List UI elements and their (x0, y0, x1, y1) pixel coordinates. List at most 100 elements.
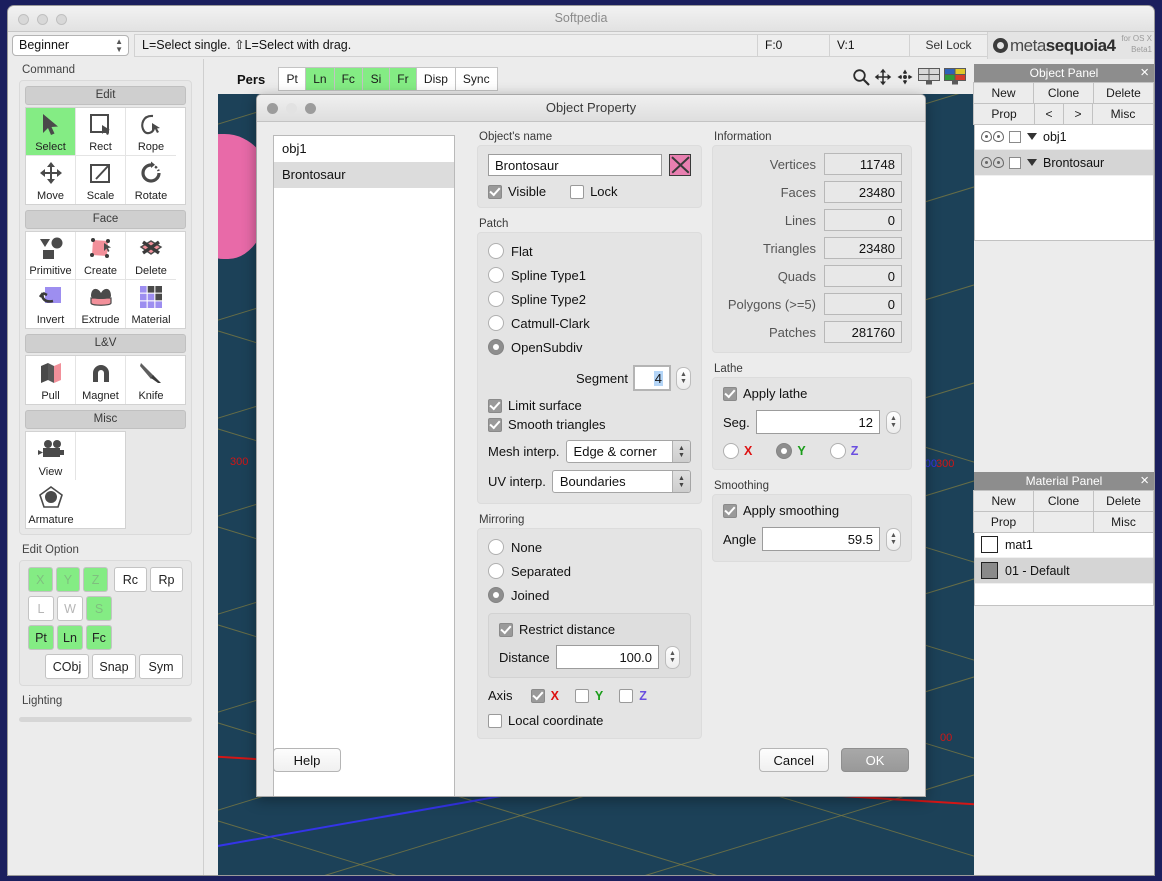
restrict-distance-checkbox[interactable] (499, 622, 513, 637)
tool-move[interactable]: Move (26, 156, 76, 204)
mirroring-radio-separated[interactable] (488, 563, 504, 579)
edit-opt-pt[interactable]: Pt (28, 625, 54, 650)
lathe-seg-input[interactable]: 12 (755, 410, 880, 434)
restrict-distance-row[interactable]: Restrict distance (499, 622, 680, 637)
smooth-triangles-checkbox[interactable] (488, 417, 502, 432)
layout-color-icon[interactable] (944, 68, 966, 90)
edit-opt-rc[interactable]: Rc (113, 567, 147, 592)
limit-surface-checkbox[interactable] (488, 398, 502, 413)
tool-invert[interactable]: Invert (26, 280, 76, 328)
edit-opt-z[interactable]: Z (83, 567, 108, 592)
layout-split-icon[interactable] (918, 68, 940, 90)
smoothing-angle-stepper[interactable]: ▲ ▼ (886, 527, 901, 551)
mesh-interp-select[interactable]: Edge & corner ▲ ▼ (565, 440, 691, 463)
edit-opt-l[interactable]: L (28, 596, 54, 621)
patch-radio-opensubdiv[interactable] (488, 339, 504, 355)
axis-z-checkbox[interactable] (619, 688, 634, 703)
material-misc-button[interactable]: Misc (1093, 511, 1154, 533)
tool-delete[interactable]: Delete (126, 232, 176, 280)
material-delete-button[interactable]: Delete (1093, 490, 1154, 512)
tool-rope[interactable]: Rope (126, 108, 176, 156)
tool-pull[interactable]: Pull (26, 356, 76, 404)
segment-input[interactable]: 4 (633, 365, 671, 391)
edit-opt-x[interactable]: X (28, 567, 53, 592)
viewport-tab-disp[interactable]: Disp (415, 67, 456, 91)
viewport-tab-si[interactable]: Si (361, 67, 390, 91)
tool-armature[interactable]: Armature (26, 480, 76, 528)
lathe-axis-z-radio[interactable] (829, 443, 846, 459)
tool-rect[interactable]: Rect (76, 108, 126, 156)
lathe-axis-y-radio[interactable] (776, 443, 793, 459)
cancel-button[interactable]: Cancel (758, 748, 829, 772)
material-clone-button[interactable]: Clone (1033, 490, 1094, 512)
material-new-button[interactable]: New (973, 490, 1034, 512)
magnifier-icon[interactable] (852, 68, 870, 91)
edit-opt-s[interactable]: S (86, 596, 112, 621)
object-name-input[interactable]: Brontosaur (488, 154, 662, 176)
object-new-button[interactable]: New (973, 82, 1034, 104)
material-spacer-button[interactable] (1033, 511, 1094, 533)
patch-radio-spline1[interactable] (488, 267, 504, 283)
smooth-triangles-row[interactable]: Smooth triangles (488, 417, 691, 432)
ok-button[interactable]: OK (841, 748, 909, 772)
object-lock-checkbox[interactable] (1009, 156, 1021, 169)
mirroring-option-none[interactable]: None (488, 535, 691, 559)
tool-material[interactable]: Material (126, 280, 176, 328)
tool-view[interactable]: View (26, 432, 76, 480)
viewport-tab-pt[interactable]: Pt (278, 67, 307, 91)
apply-lathe-checkbox[interactable] (723, 386, 737, 401)
tool-scale[interactable]: Scale (76, 156, 126, 204)
material-list[interactable]: mat1 01 - Default (974, 532, 1154, 606)
viewport-tab-sync[interactable]: Sync (454, 67, 498, 91)
patch-option-flat[interactable]: Flat (488, 239, 691, 263)
limit-surface-row[interactable]: Limit surface (488, 398, 691, 413)
lathe-seg-stepper[interactable]: ▲ ▼ (886, 410, 901, 434)
patch-option-spline2[interactable]: Spline Type2 (488, 287, 691, 311)
material-list-item[interactable]: mat1 (975, 532, 1153, 558)
tool-create[interactable]: Create (76, 232, 126, 280)
material-preview-swatch[interactable] (669, 154, 691, 176)
material-prop-button[interactable]: Prop (973, 511, 1034, 533)
apply-smoothing-checkbox[interactable] (723, 503, 737, 518)
mirroring-option-joined[interactable]: Joined (488, 583, 691, 607)
material-color-swatch[interactable] (981, 536, 998, 553)
sel-lock-button[interactable]: Sel Lock (909, 34, 987, 57)
orbit-icon[interactable] (896, 68, 914, 91)
viewport-tab-ln[interactable]: Ln (305, 67, 335, 91)
apply-smoothing-row[interactable]: Apply smoothing (723, 503, 901, 518)
help-button[interactable]: Help (273, 748, 341, 772)
edit-opt-cobj[interactable]: CObj (45, 654, 89, 679)
edit-opt-y[interactable]: Y (55, 567, 81, 592)
mirroring-radio-none[interactable] (488, 539, 504, 555)
edit-opt-fc[interactable]: Fc (86, 625, 112, 650)
lathe-axis-x-radio[interactable] (723, 443, 739, 459)
object-delete-button[interactable]: Delete (1093, 82, 1154, 104)
object-next-button[interactable]: > (1063, 103, 1093, 125)
distance-input[interactable]: 100.0 (555, 645, 659, 669)
edit-opt-ln[interactable]: Ln (57, 625, 83, 650)
segment-stepper[interactable]: ▲ ▼ (676, 366, 691, 390)
patch-radio-spline2[interactable] (488, 291, 504, 307)
dialog-object-list[interactable]: obj1 Brontosaur (273, 135, 455, 796)
viewport-tab-fr[interactable]: Fr (388, 67, 417, 91)
patch-radio-catmull[interactable] (488, 315, 504, 331)
mode-select[interactable]: Beginner ▲ ▼ (12, 35, 129, 56)
lock-checkbox[interactable] (570, 184, 585, 199)
eye-icon[interactable] (981, 131, 1004, 142)
tool-select[interactable]: Select (26, 108, 76, 156)
material-list-item[interactable]: 01 - Default (975, 558, 1153, 584)
object-prop-button[interactable]: Prop (973, 103, 1035, 125)
apply-lathe-row[interactable]: Apply lathe (723, 386, 901, 401)
mirroring-radio-joined[interactable] (488, 587, 504, 603)
edit-opt-sym[interactable]: Sym (139, 654, 183, 679)
dialog-object-item[interactable]: obj1 (274, 136, 454, 162)
edit-opt-snap[interactable]: Snap (92, 654, 136, 679)
object-misc-button[interactable]: Misc (1092, 103, 1154, 125)
object-lock-checkbox[interactable] (1009, 130, 1021, 143)
patch-option-spline1[interactable]: Spline Type1 (488, 263, 691, 287)
tool-rotate[interactable]: Rotate (126, 156, 176, 204)
object-list-item[interactable]: obj1 (975, 124, 1153, 150)
local-coordinate-checkbox[interactable] (488, 713, 502, 728)
tool-magnet[interactable]: Magnet (76, 356, 126, 404)
object-prev-button[interactable]: < (1034, 103, 1064, 125)
